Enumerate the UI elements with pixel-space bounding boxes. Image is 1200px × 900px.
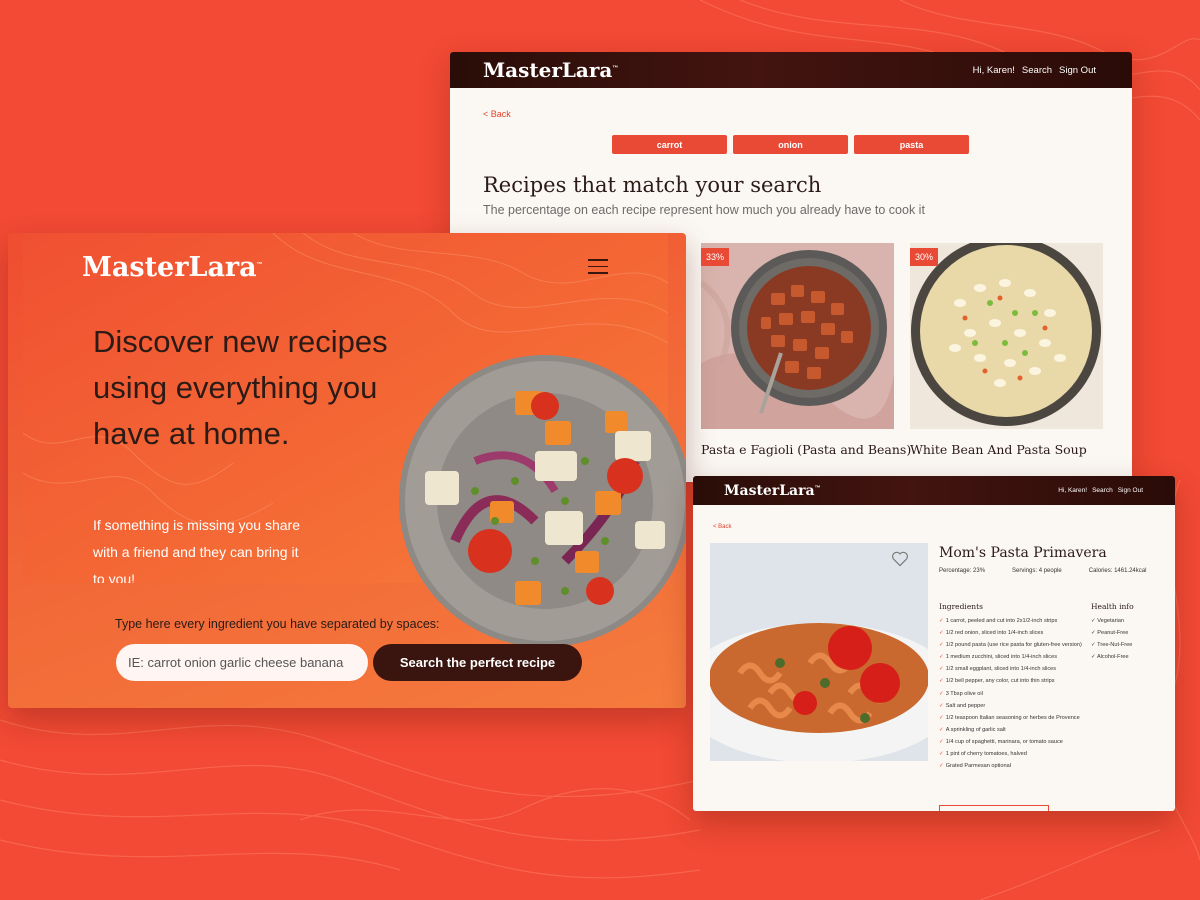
health-item: ✓ Alcohol-Free (1091, 654, 1129, 660)
detail-nav: Hi, Karen! Search Sign Out (1058, 487, 1143, 494)
health-item: ✓ Tree-Nut-Free (1091, 642, 1133, 648)
hamburger-menu-icon[interactable] (588, 259, 608, 274)
ingredient-item: ✓ 1 pint of cherry tomatoes, halved (939, 751, 1027, 758)
ingredient-item: ✓ 1/2 red onion, sliced into 1/4-inch sli… (939, 630, 1044, 637)
ingredient-item: ✓ 3 Tbsp olive oil (939, 690, 983, 697)
heart-icon[interactable] (891, 551, 909, 567)
ingredient-item: ✓ 1 medium zucchini, sliced into 1/4-inch… (939, 654, 1057, 661)
recipe-card[interactable]: 33% Pasta e Fagioli (Pasta and Beans) (701, 243, 911, 457)
nav-search[interactable]: Search (1022, 65, 1052, 76)
check-icon: ✓ (939, 654, 944, 661)
nav-search[interactable]: Search (1092, 487, 1113, 494)
results-logo[interactable]: MasterLara™ (483, 58, 618, 82)
pasta-fagioli-photo (701, 243, 894, 429)
nav-sign-out[interactable]: Sign Out (1059, 65, 1096, 76)
nav-sign-out[interactable]: Sign Out (1118, 487, 1143, 494)
results-header: MasterLara™ Hi, Karen! Search Sign Out (450, 52, 1132, 88)
nav-greeting[interactable]: Hi, Karen! (1058, 487, 1087, 494)
check-icon: ✓ (939, 763, 944, 770)
search-recipe-button[interactable]: Search the perfect recipe (373, 644, 582, 681)
hero-subtitle: If something is missing you share with a… (93, 517, 300, 583)
ingredient-item: ✓ 1/2 small eggplant, sliced into 1/4-inc… (939, 666, 1057, 673)
check-icon: ✓ (939, 666, 944, 673)
ingredients-list: ✓ 1 carrot, peeled and cut into 2x1/2-inc… (939, 615, 1087, 772)
recipe-detail-window: MasterLara™ Hi, Karen! Search Sign Out <… (693, 476, 1175, 811)
check-icon: ✓ (939, 630, 944, 637)
recipe-name[interactable]: Pasta e Fagioli (Pasta and Beans) (701, 442, 911, 457)
back-link[interactable]: < Back (713, 524, 732, 530)
detail-header: MasterLara™ Hi, Karen! Search Sign Out (693, 476, 1175, 505)
recipe-calories: Calories: 1461.24kcal (1088, 568, 1147, 574)
check-icon: ✓ (939, 714, 944, 721)
hero-title: Discover new recipes using everything yo… (93, 324, 388, 451)
health-info-list: ✓ Vegetarian ✓ Peanut-Free ✓ Tree-Nut-Fr… (1091, 615, 1132, 663)
check-icon: ✓ (939, 726, 944, 733)
hero-food-plate-image (395, 351, 686, 651)
ingredient-item: ✓ 1/2 bell pepper, any color, cut into th… (939, 678, 1055, 685)
chip-onion[interactable]: onion (733, 135, 848, 154)
chip-pasta[interactable]: pasta (854, 135, 969, 154)
recipe-meta: Percentage: 23% Servings: 4 people Calor… (939, 568, 1146, 574)
ingredient-search-input[interactable] (116, 644, 368, 681)
nav-greeting[interactable]: Hi, Karen! (973, 65, 1015, 76)
recipe-detail-image (710, 543, 928, 761)
ingredient-item: ✓ 1/2 teaspoon Italian seasoning or herbe… (939, 714, 1080, 721)
recipe-card[interactable]: 30% White Bean And Pasta Soup (910, 243, 1103, 457)
recipe-action-button[interactable] (939, 805, 1049, 811)
back-link[interactable]: < Back (483, 109, 511, 119)
ingredients-heading: Ingredients (939, 602, 983, 611)
recipe-image-white-bean-soup[interactable]: 30% (910, 243, 1103, 429)
recipe-name[interactable]: White Bean And Pasta Soup (910, 442, 1103, 457)
check-icon: ✓ (939, 642, 944, 649)
results-title: Recipes that match your search (483, 173, 822, 197)
ingredient-item: ✓ 1/2 pound pasta (use rice pasta for glu… (939, 642, 1082, 649)
match-percentage-badge: 33% (701, 248, 730, 266)
recipe-percentage: Percentage: 23% (939, 568, 986, 574)
ingredient-item: ✓ Grated Parmesan optional (939, 763, 1011, 770)
landing-logo[interactable]: MasterLara™ (82, 252, 263, 283)
recipe-title: Mom's Pasta Primavera (939, 545, 1107, 561)
chip-carrot[interactable]: carrot (612, 135, 727, 154)
health-info-heading: Health info (1091, 602, 1134, 611)
match-percentage-badge: 30% (910, 248, 939, 266)
results-subtitle: The percentage on each recipe represent … (483, 203, 925, 217)
ingredient-item: ✓ 1/4 cup of spaghetti, marinara, or toma… (939, 738, 1063, 745)
white-bean-soup-photo (910, 243, 1103, 429)
check-icon: ✓ (939, 702, 944, 709)
check-icon: ✓ (939, 678, 944, 685)
ingredient-item: ✓ Salt and pepper (939, 702, 986, 709)
ingredient-input-hint: Type here every ingredient you have sepa… (115, 617, 440, 631)
ingredient-item: ✓ 1 carrot, peeled and cut into 2x1/2-inc… (939, 618, 1058, 624)
check-icon: ✓ (939, 618, 944, 624)
detail-logo[interactable]: MasterLara™ (724, 483, 821, 499)
check-icon: ✓ (939, 751, 944, 758)
recipe-image-pasta-fagioli[interactable]: 33% (701, 243, 894, 429)
health-item: ✓ Peanut-Free (1091, 630, 1129, 636)
check-icon: ✓ (939, 690, 944, 697)
landing-window: MasterLara™ Discover new recipes using e… (8, 233, 686, 708)
results-nav: Hi, Karen! Search Sign Out (973, 65, 1096, 76)
health-item: ✓ Vegetarian (1091, 618, 1124, 624)
recipe-servings: Servings: 4 people (1012, 568, 1062, 574)
check-icon: ✓ (939, 738, 944, 745)
ingredient-chips: carrot onion pasta (612, 135, 969, 154)
ingredient-item: ✓ A sprinkling of garlic salt (939, 726, 1006, 733)
